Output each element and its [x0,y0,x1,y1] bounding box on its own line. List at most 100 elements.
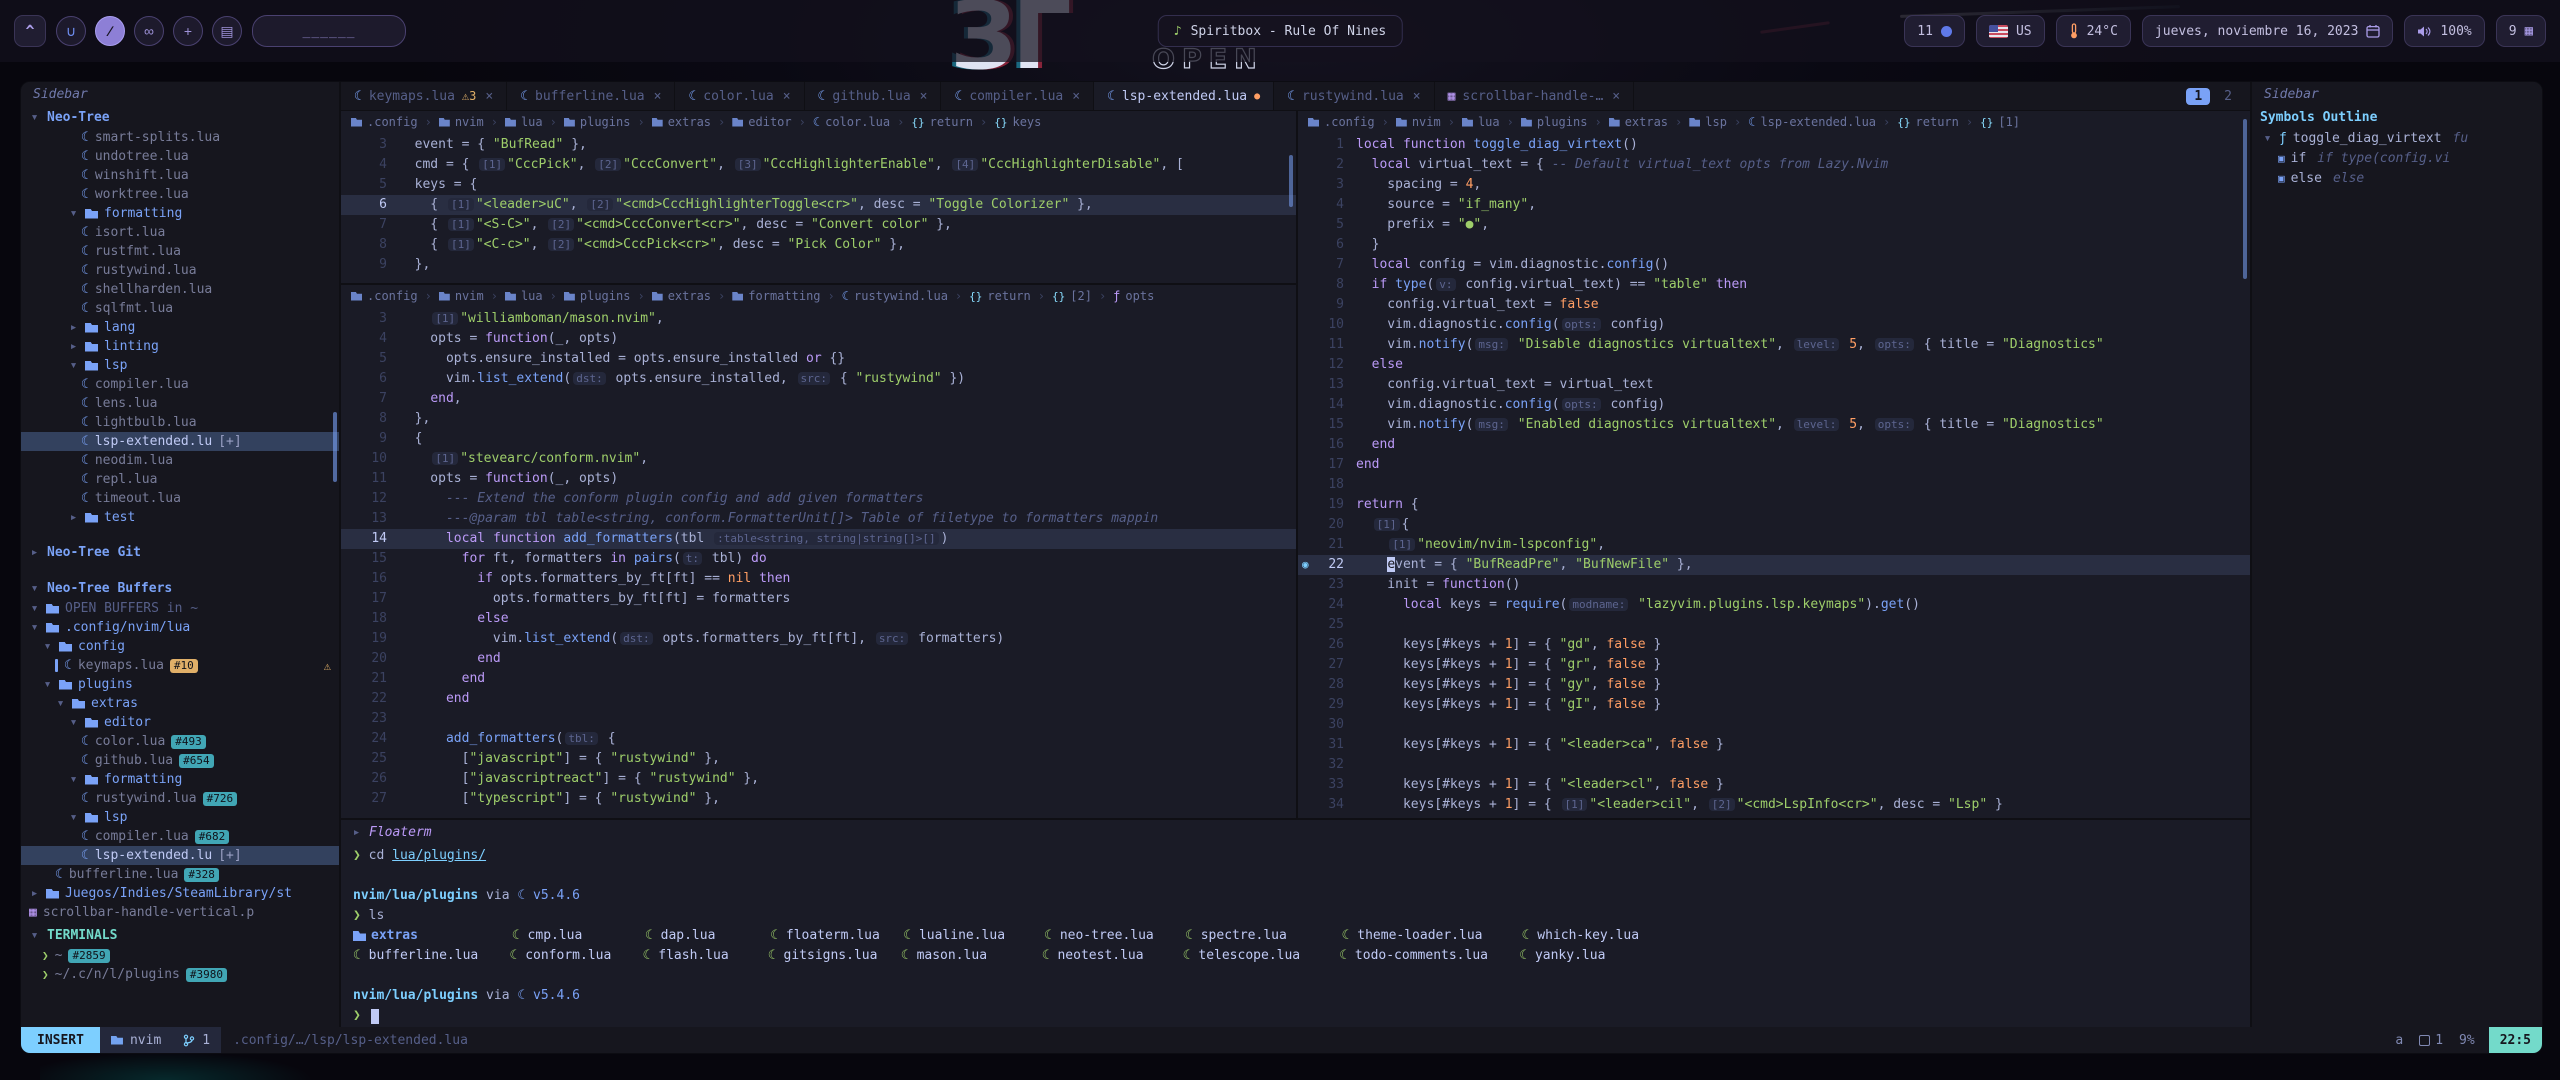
code-line[interactable]: 17 opts.formatters_by_ft[ft] = formatter… [341,589,1296,609]
terminal-item[interactable]: ❯~#2859 [21,946,339,965]
buffer-item[interactable]: ▸Juegos/Indies/SteamLibrary/st [21,884,339,903]
buffer-item[interactable]: ☾rustywind.lua#726 [21,789,339,808]
neotree-item[interactable]: ☾shellharden.lua [21,280,339,299]
launcher-button[interactable]: ^ [14,15,46,47]
code-line[interactable]: 22 end [341,689,1296,709]
code-line[interactable]: 25 ["javascript"] = { "rustywind" }, [341,749,1296,769]
code-line[interactable]: 33 keys[#keys + 1] = { "<leader>cl", fal… [1298,775,2250,795]
code-line[interactable]: 21 [1]"neovim/nvim-lspconfig", [1298,535,2250,555]
neotree-git-header[interactable]: ▸ Neo-Tree Git [21,541,339,563]
buffer-item[interactable]: ☾lsp-extended.lu[+] [21,846,339,865]
code-line[interactable]: 10 [1]"stevearc/conform.nvim", [341,449,1296,469]
neotree-item[interactable]: ▾formatting [21,204,339,223]
neotree-item[interactable]: ▸test [21,508,339,527]
neotree-buffers-header[interactable]: ▾ Neo-Tree Buffers [21,577,339,599]
code-line[interactable]: 12 else [1298,355,2250,375]
code-line[interactable]: 5 opts.ensure_installed = opts.ensure_in… [341,349,1296,369]
code-line[interactable]: 18 else [341,609,1296,629]
keyboard-layout-widget[interactable]: US [1976,15,2045,47]
code-line[interactable]: 24 add_formatters(tbl: { [341,729,1296,749]
close-icon[interactable]: × [1072,89,1080,104]
breadcrumb-item[interactable]: {}keys [994,115,1041,129]
neotree-item[interactable]: ☾compiler.lua [21,375,339,394]
code-line[interactable]: 12 --- Extend the conform plugin config … [341,489,1296,509]
buffer-item[interactable]: ▾plugins [21,675,339,694]
code-line[interactable]: 8 if type(v: config.virtual_text) == "ta… [1298,275,2250,295]
buffer-item[interactable]: ☾keymaps.lua#10⚠ [21,656,339,675]
tab-lsp-extended-lua[interactable]: ☾lsp-extended.lua● [1094,82,1274,110]
code-line[interactable]: 15 vim.notify(msg: "Enabled diagnostics … [1298,415,2250,435]
code-line[interactable]: 20 end [341,649,1296,669]
git-branch-segment[interactable]: 1 [172,1027,221,1053]
neotree-item[interactable]: ☾lsp-extended.lu[+] [21,432,339,451]
code-line[interactable]: 16 end [1298,435,2250,455]
tab-bufferline-lua[interactable]: ☾bufferline.lua× [507,82,675,110]
code-line[interactable]: 5 prefix = "●", [1298,215,2250,235]
breadcrumb-item[interactable]: .config [351,289,418,303]
search-input[interactable]: ______ [252,15,406,47]
code-line[interactable]: 34 keys[#keys + 1] = { [1]"<leader>cil",… [1298,795,2250,815]
neotree-item[interactable]: ☾sqlfmt.lua [21,299,339,318]
close-icon[interactable]: × [783,89,791,104]
updates-widget[interactable]: 11 [1904,15,1965,47]
code-line[interactable]: 4 opts = function(_, opts) [341,329,1296,349]
breadcrumb-item[interactable]: extras [652,115,711,129]
code-line[interactable]: 7 { [1]"<S-C>", [2]"<cmd>CccConvert<cr>"… [341,215,1296,235]
breadcrumb-item[interactable]: ☾rustywind.lua [842,289,948,303]
breadcrumb-item[interactable]: lua [505,289,543,303]
clock-widget[interactable]: jueves, noviembre 16, 2023 [2142,15,2394,47]
volume-widget[interactable]: 100% [2404,15,2484,47]
breadcrumb-item[interactable]: .config [1308,115,1375,129]
sidebar-scrollbar[interactable] [333,412,337,482]
breadcrumb-item[interactable]: nvim [439,289,484,303]
breadcrumb-item[interactable]: formatting [732,289,820,303]
breadcrumb-item[interactable]: lua [1462,115,1500,129]
code-line[interactable]: 6 vim.list_extend(dst: opts.ensure_insta… [341,369,1296,389]
breadcrumb-item[interactable]: plugins [564,115,631,129]
code-line[interactable]: 3 event = { "BufRead" }, [341,135,1296,155]
buffer-item[interactable]: ▾editor [21,713,339,732]
code-line[interactable]: 25 [1298,615,2250,635]
neotree-item[interactable]: ☾isort.lua [21,223,339,242]
code-line[interactable]: 26 keys[#keys + 1] = { "gd", false } [1298,635,2250,655]
neotree-item[interactable]: ☾rustywind.lua [21,261,339,280]
breadcrumb-item[interactable]: plugins [1521,115,1588,129]
buffer-item[interactable]: ▦scrollbar-handle-vertical.p [21,903,339,922]
code-line[interactable]: 29 keys[#keys + 1] = { "gI", false } [1298,695,2250,715]
breadcrumb-item[interactable]: nvim [1396,115,1441,129]
neotree-item[interactable]: ☾lens.lua [21,394,339,413]
breadcrumb-item[interactable]: {}[2] [1052,289,1092,303]
code-line[interactable]: 31 keys[#keys + 1] = { "<leader>ca", fal… [1298,735,2250,755]
code-line[interactable]: 27 ["typescript"] = { "rustywind" }, [341,789,1296,809]
code-line[interactable]: 20 [1]{ [1298,515,2250,535]
neotree-section-header[interactable]: ▾ Neo-Tree [21,106,339,128]
code-line[interactable]: 13 ---@param tbl table<string, conform.F… [341,509,1296,529]
code-line[interactable]: 28 keys[#keys + 1] = { "gy", false } [1298,675,2250,695]
code-line[interactable]: 11 vim.notify(msg: "Disable diagnostics … [1298,335,2250,355]
breadcrumb-item[interactable]: {}return [911,115,973,129]
tabpage-1[interactable]: 1 [2186,88,2210,105]
workspace-button-4[interactable]: + [173,16,203,46]
tab-keymaps-lua[interactable]: ☾keymaps.lua⚠3× [341,82,507,110]
breadcrumb-item[interactable]: .config [351,115,418,129]
symbol-item[interactable]: ▣ifif type(config.vi [2252,148,2542,168]
breadcrumb-item[interactable]: {}return [969,289,1031,303]
symbol-item[interactable]: ▣elseelse [2252,168,2542,188]
breadcrumb-item[interactable]: {}return [1897,115,1959,129]
neotree-item[interactable]: ▸lang [21,318,339,337]
code-line[interactable]: 6 } [1298,235,2250,255]
buffer-item[interactable]: ▾formatting [21,770,339,789]
code-line[interactable]: 19return { [1298,495,2250,515]
buffer-item[interactable]: ▾config [21,637,339,656]
code-line[interactable]: 27 keys[#keys + 1] = { "gr", false } [1298,655,2250,675]
code-line[interactable]: 26 ["javascriptreact"] = { "rustywind" }… [341,769,1296,789]
breadcrumb-item[interactable]: extras [1609,115,1668,129]
code-line[interactable]: 24 local keys = require(modname: "lazyvi… [1298,595,2250,615]
breadcrumb-item[interactable]: ☾color.lua [813,115,890,129]
code-line[interactable]: 4 source = "if_many", [1298,195,2250,215]
close-icon[interactable]: × [920,89,928,104]
buffer-item[interactable]: ☾github.lua#654 [21,751,339,770]
code-line[interactable]: 18 [1298,475,2250,495]
terminals-header[interactable]: ▾ TERMINALS [21,924,339,946]
code-line[interactable]: 9 }, [341,255,1296,275]
